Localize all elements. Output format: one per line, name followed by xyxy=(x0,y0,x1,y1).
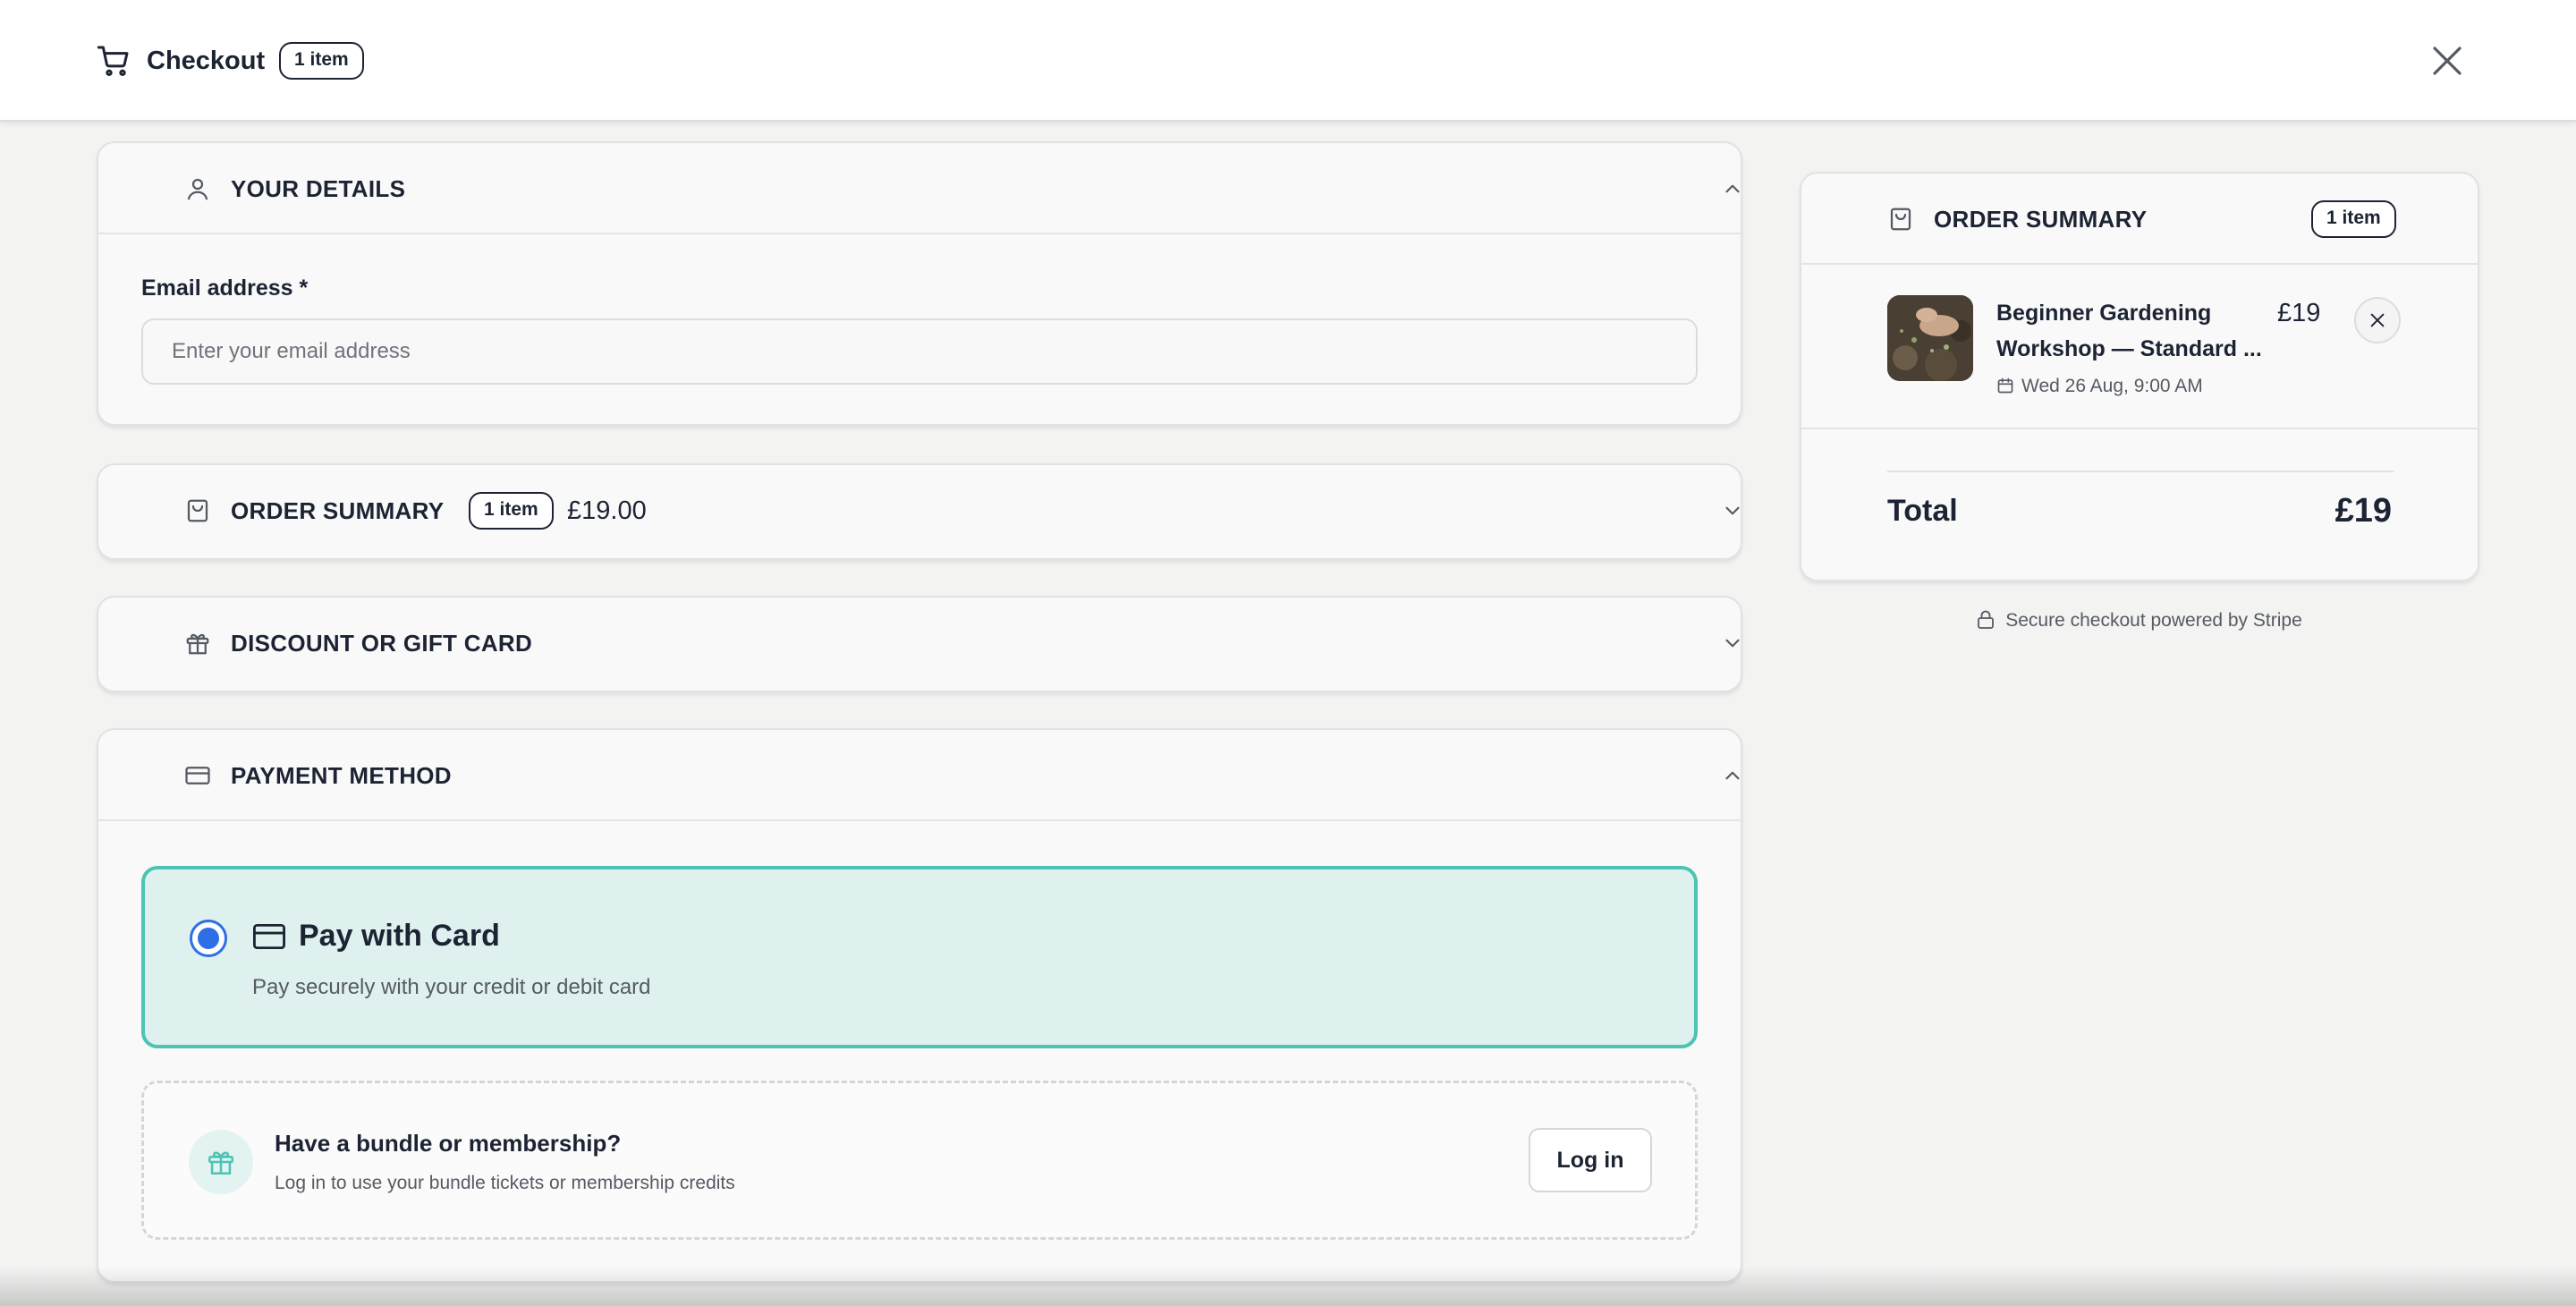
section-title: DISCOUNT OR GIFT CARD xyxy=(231,630,533,657)
your-details-section: YOUR DETAILS Email address * xyxy=(97,141,1742,426)
chevron-up-icon[interactable] xyxy=(1721,177,1744,200)
close-icon xyxy=(2370,313,2385,327)
line-item: Beginner Gardening Workshop — Standard .… xyxy=(1801,265,2478,429)
item-date: Wed 26 Aug, 9:00 AM xyxy=(1996,374,2203,399)
secure-checkout-note: Secure checkout powered by Stripe xyxy=(1800,610,2479,632)
payment-method-section: PAYMENT METHOD Pay with Card Pay securel… xyxy=(97,728,1742,1283)
gift-icon xyxy=(208,1151,234,1175)
calendar-icon xyxy=(1997,377,2013,394)
section-title: PAYMENT METHOD xyxy=(231,762,452,789)
close-icon[interactable] xyxy=(2426,39,2469,82)
payment-option-description: Pay securely with your credit or debit c… xyxy=(252,975,651,999)
order-summary-panel: ORDER SUMMARY 1 item Beginner Gardening … xyxy=(1800,172,2479,581)
item-name: Beginner Gardening Workshop — Standard .… xyxy=(1996,301,2262,361)
section-title: ORDER SUMMARY xyxy=(231,497,445,524)
chevron-down-icon[interactable] xyxy=(1721,632,1744,655)
bottom-edge-shadow xyxy=(0,1267,2576,1306)
total-label: Total xyxy=(1887,494,1958,528)
chevron-down-icon[interactable] xyxy=(1721,499,1744,522)
section-title: YOUR DETAILS xyxy=(231,175,406,202)
log-in-button[interactable]: Log in xyxy=(1529,1128,1652,1192)
discount-section: DISCOUNT OR GIFT CARD xyxy=(97,596,1742,692)
page-title: Checkout xyxy=(147,47,266,75)
credit-card-icon xyxy=(252,923,285,950)
bundle-title: Have a bundle or membership? xyxy=(275,1130,622,1157)
shopping-cart-icon xyxy=(97,46,129,77)
total-row: Total £19 xyxy=(1801,429,2478,581)
panel-title: ORDER SUMMARY xyxy=(1934,206,2148,233)
remove-item-button[interactable] xyxy=(2354,297,2401,343)
credit-card-icon xyxy=(185,767,210,784)
lock-icon xyxy=(1978,610,1995,629)
item-count-badge: 1 item xyxy=(2311,200,2396,238)
shopping-bag-icon xyxy=(187,499,208,522)
discount-header[interactable]: DISCOUNT OR GIFT CARD xyxy=(98,598,1741,689)
shopping-bag-icon xyxy=(1890,208,1911,231)
item-price: £19 xyxy=(2277,299,2321,327)
email-input[interactable] xyxy=(141,318,1698,385)
workshop-thumbnail xyxy=(1887,295,1973,381)
chevron-up-icon[interactable] xyxy=(1721,764,1744,787)
pay-with-card-radio[interactable] xyxy=(190,920,227,957)
order-summary-header[interactable]: ORDER SUMMARY 1 item £19.00 xyxy=(98,465,1741,556)
divider xyxy=(1887,471,2394,472)
checkout-header: Checkout 1 item xyxy=(0,0,2576,122)
payment-method-header[interactable]: PAYMENT METHOD xyxy=(98,730,1741,821)
secure-checkout-text: Secure checkout powered by Stripe xyxy=(2005,610,2302,631)
item-count-badge: 1 item xyxy=(469,492,554,530)
gift-badge xyxy=(189,1130,253,1194)
bundle-description: Log in to use your bundle tickets or mem… xyxy=(275,1173,735,1193)
email-label: Email address * xyxy=(141,276,309,301)
bundle-membership-box: Have a bundle or membership? Log in to u… xyxy=(141,1081,1698,1240)
payment-option-title: Pay with Card xyxy=(299,919,500,953)
total-value: £19 xyxy=(2334,492,2392,530)
gift-icon xyxy=(186,633,209,655)
summary-price: £19.00 xyxy=(567,496,647,525)
order-summary-section: ORDER SUMMARY 1 item £19.00 xyxy=(97,463,1742,560)
pay-with-card-option[interactable]: Pay with Card Pay securely with your cre… xyxy=(141,866,1698,1048)
user-icon xyxy=(187,178,208,200)
item-date-text: Wed 26 Aug, 9:00 AM xyxy=(2021,376,2203,396)
order-summary-panel-header: ORDER SUMMARY 1 item xyxy=(1801,174,2478,265)
your-details-header[interactable]: YOUR DETAILS xyxy=(98,143,1741,234)
item-count-badge: 1 item xyxy=(279,42,364,80)
